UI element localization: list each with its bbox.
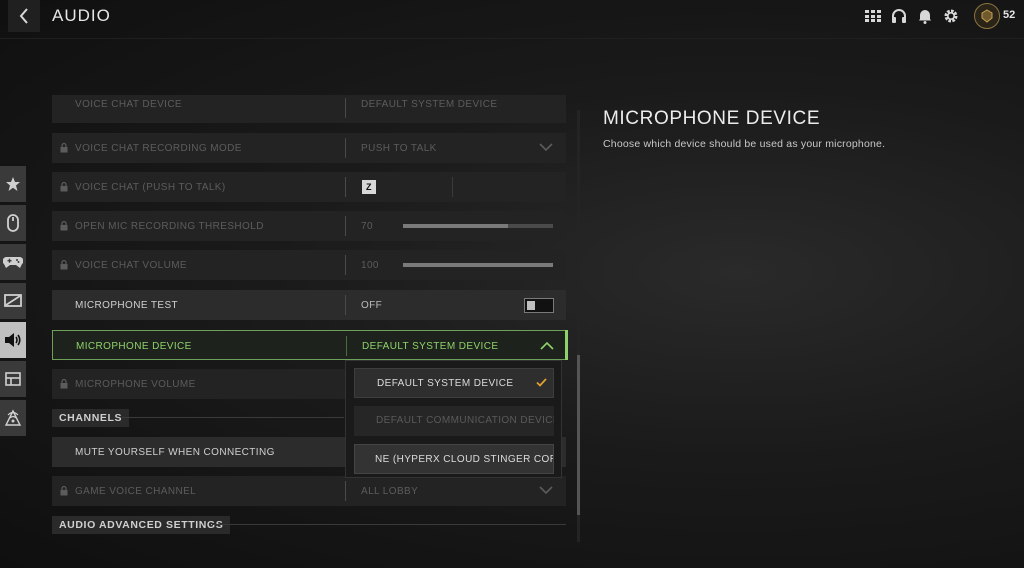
tab-controller[interactable] [0,244,26,280]
headset-icon[interactable] [890,7,908,25]
tab-audio[interactable] [0,322,26,358]
dropdown-option-default-communication[interactable]: DEFAULT COMMUNICATION DEVICE [354,406,554,436]
setting-label: GAME VOICE CHANNEL [75,486,197,497]
lock-icon [60,260,68,270]
setting-label: VOICE CHAT DEVICE [75,99,183,110]
setting-microphone-test[interactable]: MICROPHONE TEST OFF [52,290,566,320]
slider-fill [403,263,553,267]
active-indicator [565,330,568,360]
divider [345,98,346,118]
scrollbar-thumb[interactable] [577,355,580,515]
detail-title: MICROPHONE DEVICE [603,108,821,129]
setting-value: DEFAULT SYSTEM DEVICE [362,341,499,352]
back-button[interactable] [8,0,40,32]
checkmark-icon [536,378,547,387]
divider [345,177,346,197]
microphone-device-dropdown: DEFAULT SYSTEM DEVICE DEFAULT COMMUNICAT… [345,360,562,478]
chevron-up-icon [540,341,554,350]
tab-network[interactable] [0,400,26,436]
setting-value: PUSH TO TALK [361,143,437,154]
header-divider [0,38,1024,39]
setting-label: MICROPHONE DEVICE [76,341,192,352]
page-title: AUDIO [52,6,111,25]
setting-label: OPEN MIC RECORDING THRESHOLD [75,221,264,232]
divider [345,216,346,236]
threshold-slider[interactable] [403,224,553,228]
star-icon [6,177,20,191]
setting-voice-chat-volume[interactable]: VOICE CHAT VOLUME 100 [52,250,566,280]
setting-label: MICROPHONE TEST [75,300,179,311]
bell-icon[interactable] [916,7,934,25]
tab-interface[interactable] [0,361,26,397]
divider [345,255,346,275]
lock-icon [60,143,68,153]
divider [452,177,453,197]
setting-label: VOICE CHAT RECORDING MODE [75,143,242,154]
setting-value: OFF [361,300,383,311]
voice-volume-slider[interactable] [403,263,553,267]
setting-value: 70 [361,221,373,232]
section-heading-audio-advanced: AUDIO ADVANCED SETTINGS [52,516,231,534]
section-divider [212,524,566,525]
section-divider [122,417,344,418]
section-heading-channels: CHANNELS [52,409,130,427]
tab-favorites[interactable] [0,166,26,202]
gear-icon[interactable] [942,7,960,25]
setting-voice-chat-device[interactable]: VOICE CHAT DEVICE DEFAULT SYSTEM DEVICE [52,95,566,123]
setting-voice-chat-recording-mode[interactable]: VOICE CHAT RECORDING MODE PUSH TO TALK [52,133,566,163]
dropdown-option-default-system[interactable]: DEFAULT SYSTEM DEVICE [354,368,554,398]
display-icon [4,294,22,307]
divider [345,138,346,158]
player-level: 52 [1003,9,1016,21]
option-label: NE (HYPERX CLOUD STINGER CORE [375,454,554,465]
network-icon [4,409,22,426]
setting-label: MUTE YOURSELF WHEN CONNECTING [75,447,275,458]
detail-description: Choose which device should be used as yo… [603,138,886,150]
chevron-down-icon [539,143,553,152]
layout-icon [5,372,21,386]
lock-icon [60,379,68,389]
setting-microphone-volume[interactable]: MICROPHONE VOLUME [52,369,345,399]
setting-value: ALL LOBBY [361,486,419,497]
tab-mouse[interactable] [0,205,26,241]
divider [346,336,347,356]
setting-game-voice-channel[interactable]: GAME VOICE CHANNEL ALL LOBBY [52,476,566,506]
setting-label: VOICE CHAT VOLUME [75,260,188,271]
option-label: DEFAULT SYSTEM DEVICE [377,378,514,389]
category-tabs [0,166,28,439]
rank-emblem-icon[interactable] [974,3,1000,29]
top-bar: AUDIO 52 [0,0,1024,34]
keybind-key[interactable]: Z [362,180,376,194]
lock-icon [60,486,68,496]
toggle-knob [527,301,535,310]
lock-icon [60,182,68,192]
chevron-left-icon [19,8,28,24]
setting-open-mic-threshold[interactable]: OPEN MIC RECORDING THRESHOLD 70 [52,211,566,241]
setting-label: VOICE CHAT (PUSH TO TALK) [75,182,226,193]
divider [345,481,346,501]
lock-icon [60,221,68,231]
setting-value: 100 [361,260,379,271]
setting-push-to-talk[interactable]: VOICE CHAT (PUSH TO TALK) Z [52,172,566,202]
divider [345,295,346,315]
speaker-icon [5,333,21,347]
tab-graphics[interactable] [0,283,26,319]
chevron-down-icon [539,486,553,495]
option-label: DEFAULT COMMUNICATION DEVICE [376,415,554,426]
dropdown-option-hyperx[interactable]: NE (HYPERX CLOUD STINGER CORE [354,444,554,474]
controller-icon [3,256,23,268]
slider-fill [403,224,508,228]
mic-test-toggle[interactable] [524,298,554,313]
setting-value: DEFAULT SYSTEM DEVICE [361,99,498,110]
mouse-icon [7,214,19,232]
settings-scrollbar[interactable] [577,110,580,542]
setting-microphone-device[interactable]: MICROPHONE DEVICE DEFAULT SYSTEM DEVICE [52,330,568,360]
setting-label: MICROPHONE VOLUME [75,379,196,390]
grid-icon[interactable] [864,7,882,25]
